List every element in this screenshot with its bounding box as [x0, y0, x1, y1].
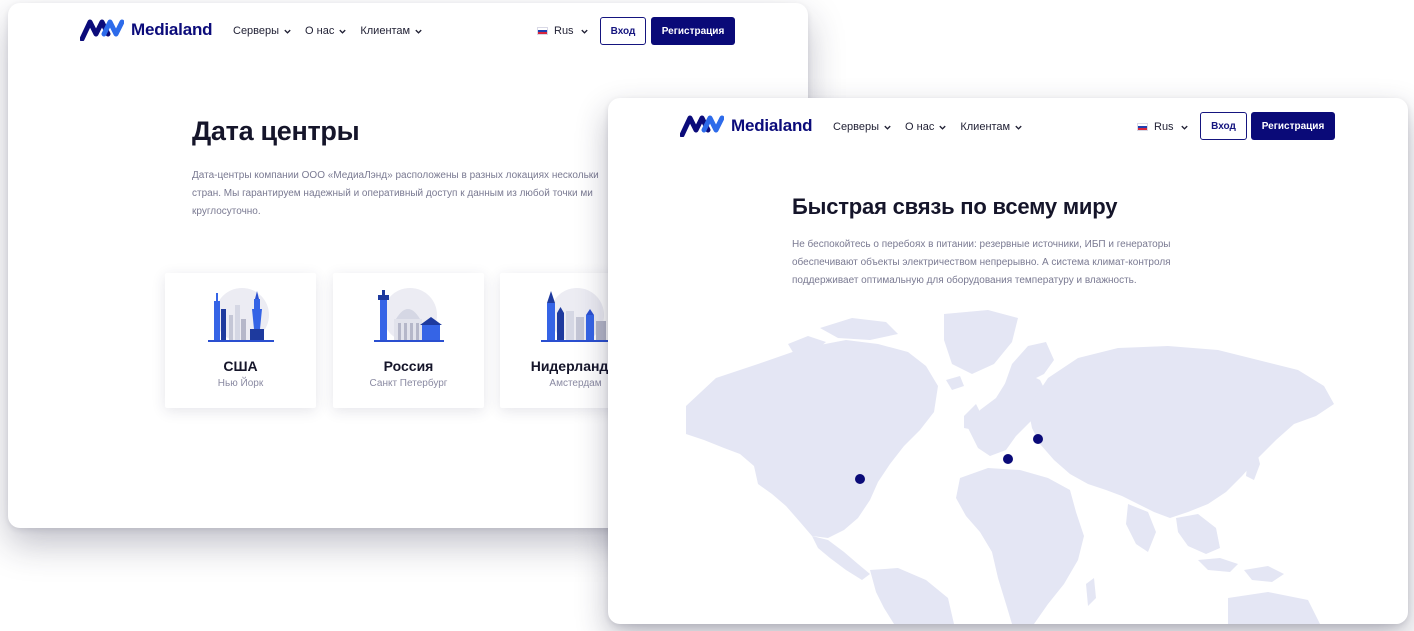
map-marker-new-york[interactable]	[855, 474, 865, 484]
new-york-skyline-icon	[208, 288, 274, 342]
chevron-down-icon	[1180, 125, 1188, 130]
screenshot-stage: Medialand Серверы О нас Клиентам Rus Вхо…	[0, 0, 1414, 631]
nav-item-about[interactable]: О нас	[905, 121, 947, 133]
map-marker-saint-petersburg[interactable]	[1033, 434, 1043, 444]
chevron-down-icon	[339, 29, 347, 34]
world-map	[686, 310, 1334, 624]
page-description: Дата-центры компании ООО «МедиаЛэнд» рас…	[192, 170, 599, 217]
medialand-logo-icon	[80, 19, 124, 41]
page-title: Быстрая связь по всему миру	[792, 194, 1118, 219]
page-title: Дата центры	[192, 116, 360, 146]
card-title: Россия	[383, 358, 434, 374]
register-button[interactable]: Регистрация	[1251, 112, 1335, 140]
login-button[interactable]: Вход	[1200, 112, 1247, 140]
nav-item-label: Серверы	[833, 121, 880, 133]
chevron-down-icon	[1015, 125, 1022, 130]
nav-item-clients[interactable]: Клиентам	[960, 121, 1023, 133]
login-button[interactable]: Вход	[600, 17, 646, 45]
datacenter-card-russia[interactable]: Россия Санкт Петербург	[333, 273, 484, 408]
chevron-down-icon	[580, 29, 588, 34]
language-label: Rus	[554, 25, 574, 37]
card-title: США	[223, 358, 258, 374]
nav-item-label: Серверы	[233, 25, 280, 37]
brand-logo[interactable]: Medialand	[680, 115, 813, 137]
language-label: Rus	[1154, 121, 1174, 133]
medialand-logo-icon	[680, 115, 724, 137]
nav-item-clients[interactable]: Клиентам	[360, 25, 423, 37]
datacenter-card-usa[interactable]: США Нью Йорк	[165, 273, 316, 408]
main-nav: Серверы О нас Клиентам	[833, 121, 1023, 133]
page-description: Не беспокойтесь о перебоях в питании: ре…	[792, 239, 1171, 286]
card-subtitle: Нью Йорк	[217, 378, 264, 389]
brand-name: Medialand	[131, 20, 213, 39]
saint-petersburg-skyline-icon	[374, 288, 444, 342]
world-map-land	[686, 310, 1334, 624]
chevron-down-icon	[415, 29, 422, 34]
chevron-down-icon	[884, 125, 891, 130]
site-header: Medialand Серверы О нас Клиентам Rus Вхо…	[8, 3, 808, 59]
chevron-down-icon	[284, 29, 291, 34]
russia-flag-icon	[1137, 123, 1148, 131]
brand-logo[interactable]: Medialand	[80, 19, 213, 41]
brand-name: Medialand	[731, 116, 813, 135]
nav-item-label: О нас	[305, 25, 335, 37]
card-subtitle: Санкт Петербург	[369, 378, 448, 389]
main-nav: Серверы О нас Клиентам	[233, 25, 423, 37]
register-button[interactable]: Регистрация	[651, 17, 735, 45]
site-header: Medialand Серверы О нас Клиентам Rus Вхо…	[608, 98, 1408, 154]
connectivity-window: Medialand Серверы О нас Клиентам Rus Вхо…	[608, 98, 1408, 624]
nav-item-about[interactable]: О нас	[305, 25, 347, 37]
nav-item-label: О нас	[905, 121, 935, 133]
nav-item-label: Клиентам	[360, 25, 411, 37]
language-switcher[interactable]: Rus	[1137, 121, 1189, 133]
language-switcher[interactable]: Rus	[537, 25, 589, 37]
amsterdam-skyline-icon	[541, 288, 611, 342]
russia-flag-icon	[537, 27, 548, 35]
map-marker-amsterdam[interactable]	[1003, 454, 1013, 464]
nav-item-servers[interactable]: Серверы	[233, 25, 292, 37]
nav-item-servers[interactable]: Серверы	[833, 121, 892, 133]
nav-item-label: Клиентам	[960, 121, 1011, 133]
chevron-down-icon	[939, 125, 947, 130]
